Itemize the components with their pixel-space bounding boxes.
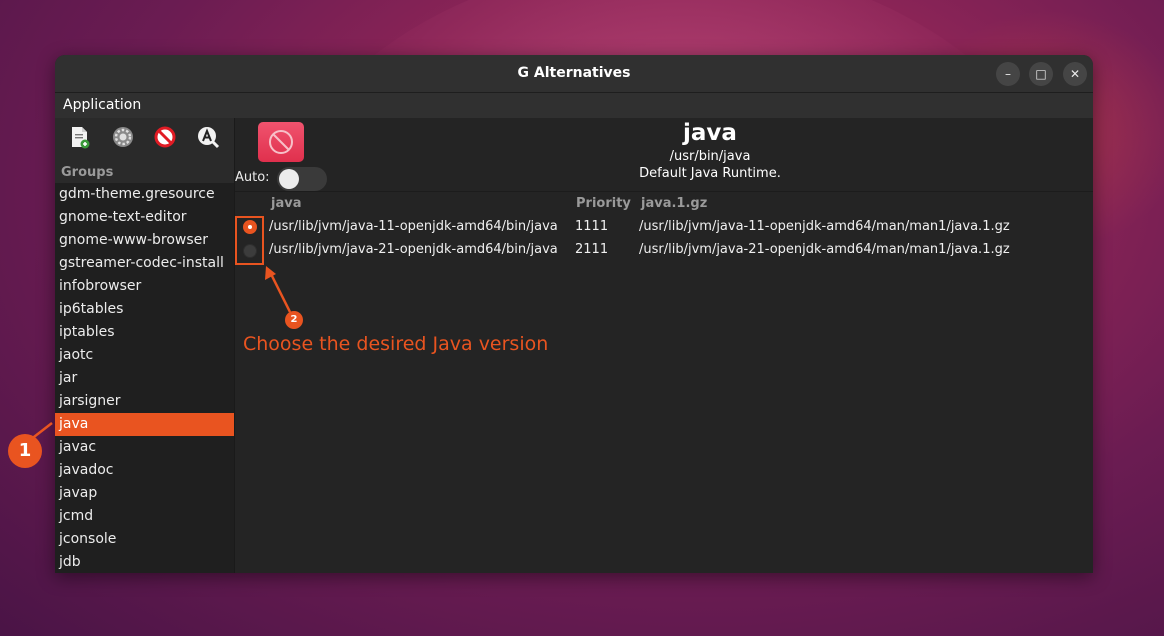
group-item-javac[interactable]: javac (55, 436, 234, 459)
group-item-jdb[interactable]: jdb (55, 551, 234, 573)
group-item-gnome-text-editor[interactable]: gnome-text-editor (55, 206, 234, 229)
remove-icon[interactable] (153, 125, 177, 149)
sidebar: Groups gdm-theme.gresource gnome-text-edi… (55, 118, 235, 573)
toolbar (55, 118, 234, 162)
remove-alternative-button[interactable] (258, 122, 304, 162)
column-header-java[interactable]: java (271, 196, 301, 211)
group-item-jar[interactable]: jar (55, 367, 234, 390)
group-item-jarsigner[interactable]: jarsigner (55, 390, 234, 413)
maximize-button[interactable]: □ (1029, 62, 1053, 86)
group-item-ip6tables[interactable]: ip6tables (55, 298, 234, 321)
column-header-priority[interactable]: Priority (576, 196, 631, 211)
row-path: /usr/lib/jvm/java-21-openjdk-amd64/bin/j… (269, 242, 558, 257)
highlight-box (235, 216, 264, 265)
annotation-note: Choose the desired Java version (243, 333, 549, 355)
minimize-button[interactable]: – (996, 62, 1020, 86)
alternative-description: Default Java Runtime. (639, 166, 781, 181)
auto-label: Auto: (235, 170, 270, 185)
group-list: gdm-theme.gresource gnome-text-editor gnom… (55, 183, 234, 573)
column-header-slave[interactable]: java.1.gz (641, 196, 707, 211)
group-item-jcmd[interactable]: jcmd (55, 505, 234, 528)
app-window: G Alternatives – □ ✕ Application Groups … (55, 55, 1093, 573)
row-path: /usr/lib/jvm/java-11-openjdk-amd64/bin/j… (269, 219, 558, 234)
divider (235, 191, 1093, 192)
groups-label: Groups (61, 165, 114, 180)
group-item-gdm-theme-gresource[interactable]: gdm-theme.gresource (55, 183, 234, 206)
group-item-jconsole[interactable]: jconsole (55, 528, 234, 551)
close-button[interactable]: ✕ (1063, 62, 1087, 86)
group-item-javadoc[interactable]: javadoc (55, 459, 234, 482)
row-slave: /usr/lib/jvm/java-21-openjdk-amd64/man/m… (639, 242, 1010, 257)
group-item-java[interactable]: java (55, 413, 234, 436)
row-priority: 1111 (575, 219, 609, 234)
row-priority: 2111 (575, 242, 609, 257)
group-item-iptables[interactable]: iptables (55, 321, 234, 344)
step-badge-1: 1 (8, 434, 42, 468)
group-item-infobrowser[interactable]: infobrowser (55, 275, 234, 298)
group-item-jaotc[interactable]: jaotc (55, 344, 234, 367)
add-alternative-icon[interactable] (67, 125, 91, 149)
settings-icon[interactable] (111, 125, 135, 149)
row-slave: /usr/lib/jvm/java-11-openjdk-amd64/man/m… (639, 219, 1010, 234)
menubar: Application (55, 93, 1093, 119)
alternative-link: /usr/bin/java (669, 149, 751, 164)
menu-application[interactable]: Application (55, 93, 141, 113)
toggle-knob (279, 169, 299, 189)
auto-toggle[interactable] (277, 167, 327, 191)
group-item-gstreamer-codec-install[interactable]: gstreamer-codec-install (55, 252, 234, 275)
step-badge-2: 2 (285, 311, 303, 329)
group-item-javap[interactable]: javap (55, 482, 234, 505)
remove-icon (269, 130, 293, 154)
alternative-name: java (683, 120, 737, 146)
search-icon[interactable] (196, 125, 220, 149)
group-item-gnome-www-browser[interactable]: gnome-www-browser (55, 229, 234, 252)
titlebar: G Alternatives – □ ✕ (55, 55, 1093, 93)
window-title: G Alternatives (517, 65, 631, 81)
